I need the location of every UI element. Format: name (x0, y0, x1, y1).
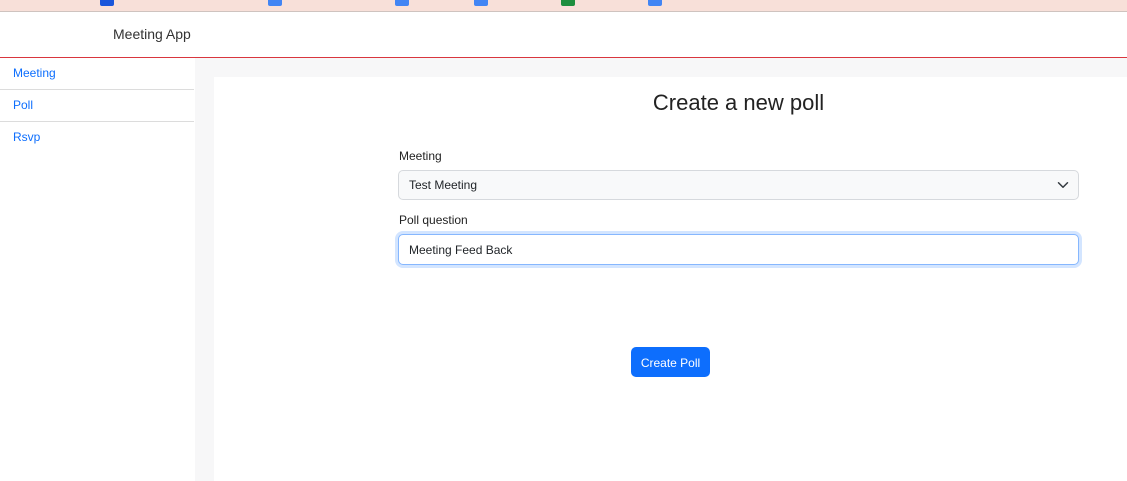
bookmark-icon[interactable] (268, 0, 282, 6)
chevron-down-icon (1057, 182, 1069, 188)
sidebar-item-poll[interactable]: Poll (0, 90, 194, 122)
create-poll-button[interactable]: Create Poll (631, 347, 710, 377)
poll-question-input[interactable] (398, 234, 1079, 265)
bookmark-icon[interactable] (100, 0, 114, 6)
sidebar: Meeting Poll Rsvp (0, 58, 205, 481)
create-poll-form: Meeting Test Meeting Poll question Creat… (398, 149, 1079, 377)
main-content: Create a new poll Meeting Test Meeting P… (214, 77, 1127, 481)
sidebar-item-rsvp[interactable]: Rsvp (0, 122, 194, 154)
sidebar-item-meeting[interactable]: Meeting (0, 58, 194, 90)
meeting-select-value: Test Meeting (409, 178, 478, 192)
meeting-select[interactable]: Test Meeting (398, 170, 1079, 200)
sidebar-nav: Meeting Poll Rsvp (0, 58, 195, 154)
bookmark-icon[interactable] (648, 0, 662, 6)
bookmark-icon[interactable] (561, 0, 575, 6)
bookmark-icon[interactable] (474, 0, 488, 6)
meeting-label: Meeting (399, 149, 442, 163)
bookmark-icon[interactable] (395, 0, 409, 6)
app-header: Meeting App (0, 12, 1127, 58)
page-title: Create a new poll (652, 90, 825, 115)
app-brand[interactable]: Meeting App (113, 26, 191, 42)
poll-question-label: Poll question (399, 213, 468, 227)
browser-bookmarks-strip (0, 0, 1127, 12)
